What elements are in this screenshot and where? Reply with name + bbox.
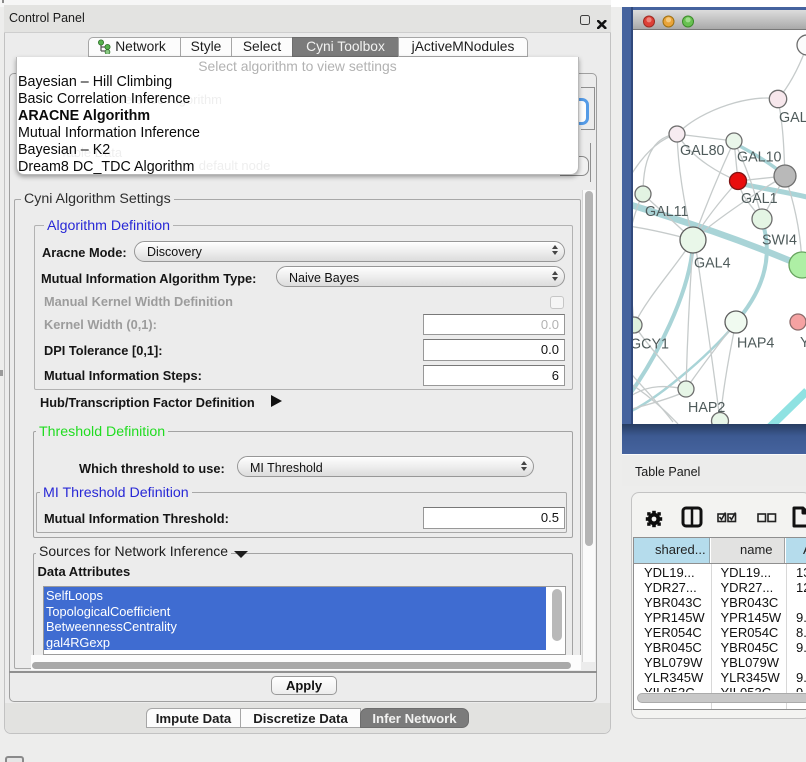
svg-text:GAL11: GAL11 <box>645 204 688 220</box>
svg-text:GAL80: GAL80 <box>680 143 725 159</box>
svg-text:Y: Y <box>800 335 806 351</box>
svg-text:GAL1: GAL1 <box>741 191 778 207</box>
svg-text:GAL10: GAL10 <box>737 150 782 166</box>
svg-text:GAL4: GAL4 <box>694 256 731 272</box>
svg-text:HAP2: HAP2 <box>688 400 725 416</box>
svg-text:HAP4: HAP4 <box>737 336 774 352</box>
svg-text:GCY1: GCY1 <box>633 337 669 353</box>
svg-text:SWI4: SWI4 <box>762 233 797 249</box>
svg-text:GAL7: GAL7 <box>779 110 806 126</box>
